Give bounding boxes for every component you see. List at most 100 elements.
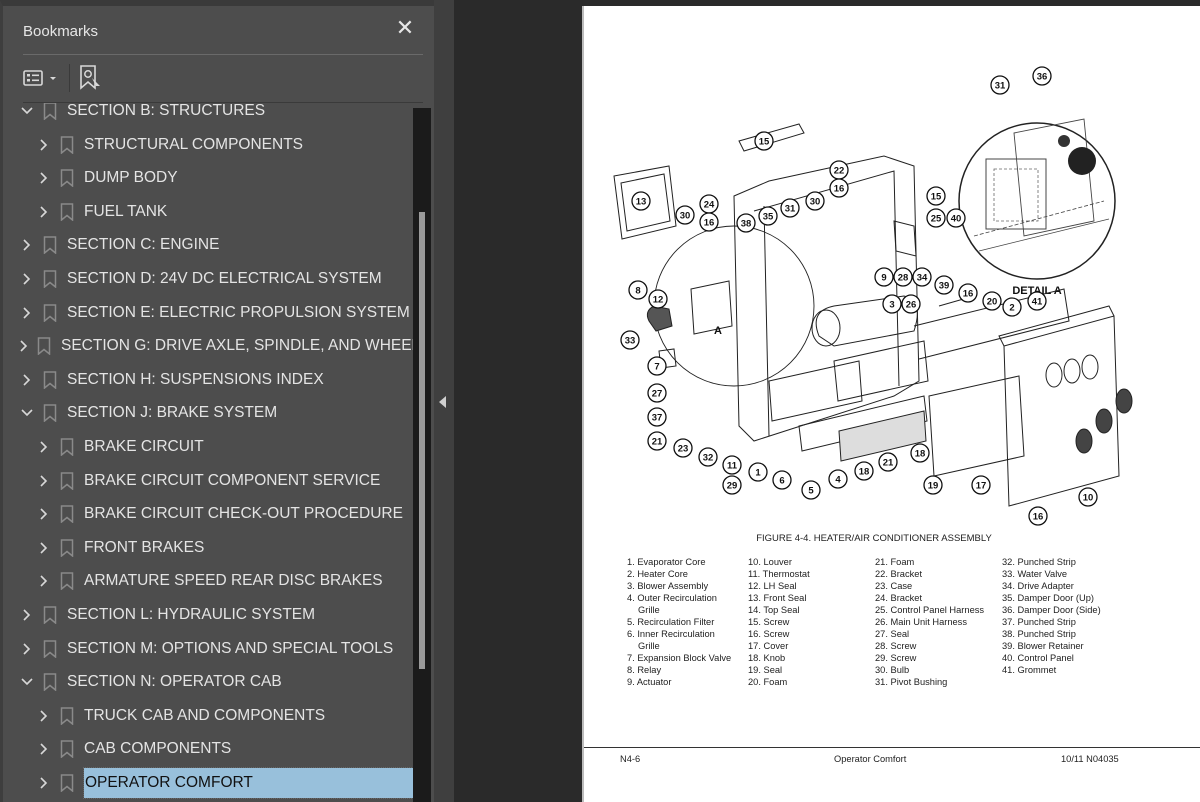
bookmark-item[interactable]: SECTION G: DRIVE AXLE, SPINDLE, AND WHEE… <box>3 331 413 361</box>
chevron-right-icon[interactable] <box>37 440 51 454</box>
part-callout-number: 39 <box>939 281 950 292</box>
footer-page-number: N4-6 <box>620 754 641 764</box>
chevron-right-icon[interactable] <box>37 205 51 219</box>
bookmark-item[interactable]: BRAKE CIRCUIT CHECK-OUT PROCEDURE <box>3 499 413 529</box>
part-callout: 13 <box>631 191 651 211</box>
chevron-right-icon[interactable] <box>37 541 51 555</box>
part-callout-number: 1 <box>755 468 761 479</box>
bookmarks-scrollbar[interactable] <box>413 108 431 802</box>
part-callout-number: 12 <box>653 295 664 306</box>
bookmark-item[interactable]: TRUCK CAB AND COMPONENTS <box>3 701 413 731</box>
chevron-right-icon[interactable] <box>37 474 51 488</box>
bookmark-item[interactable]: SECTION J: BRAKE SYSTEM <box>3 398 413 428</box>
legend-entry: 18. Knob <box>748 653 786 663</box>
bookmark-icon <box>60 135 74 155</box>
chevron-right-icon[interactable] <box>20 608 34 622</box>
bookmark-item[interactable]: FRONT BRAKES <box>3 533 413 563</box>
chevron-right-icon[interactable] <box>37 507 51 521</box>
chevron-right-icon[interactable] <box>20 373 34 387</box>
part-callout-number: 28 <box>898 273 909 284</box>
bookmark-label: SECTION L: HYDRAULIC SYSTEM <box>67 606 316 623</box>
part-callout-number: 33 <box>625 336 636 347</box>
chevron-right-icon[interactable] <box>20 272 34 286</box>
bookmark-item[interactable]: SECTION E: ELECTRIC PROPULSION SYSTEM <box>3 298 413 328</box>
bookmark-label: FRONT BRAKES <box>84 538 205 556</box>
bookmark-item[interactable]: DUMP BODY <box>3 163 413 193</box>
legend-entry: 14. Top Seal <box>748 605 800 615</box>
part-callout: 35 <box>758 206 778 226</box>
bookmark-item[interactable]: FUEL TANK <box>3 197 413 227</box>
chevron-right-icon[interactable] <box>20 339 28 353</box>
document-page: DETAIL A A 31 36 15 22 16 13 24 16 30 38… <box>582 6 1200 802</box>
bookmark-icon <box>43 270 57 289</box>
bookmark-icon <box>43 639 57 659</box>
chevron-right-icon[interactable] <box>37 574 51 588</box>
legend-entry: 3. Blower Assembly <box>627 581 709 591</box>
bookmark-item[interactable]: SECTION M: OPTIONS AND SPECIAL TOOLS <box>3 634 413 664</box>
part-callout: 23 <box>673 438 693 458</box>
bookmark-item[interactable]: SECTION B: STRUCTURES <box>3 103 413 126</box>
bookmark-item[interactable]: SECTION N: OPERATOR CAB <box>3 667 413 697</box>
bookmark-icon <box>43 303 57 323</box>
bookmark-item[interactable]: BRAKE CIRCUIT COMPONENT SERVICE <box>3 466 413 496</box>
part-callout-number: 19 <box>928 481 939 492</box>
find-current-bookmark-button[interactable] <box>79 62 107 94</box>
legend-entry: Grille <box>638 641 660 651</box>
chevron-down-icon[interactable] <box>20 104 34 118</box>
part-callout: 19 <box>923 475 943 495</box>
bookmark-item[interactable]: BRAKE CIRCUIT <box>3 432 413 462</box>
legend-entry: 31. Pivot Bushing <box>875 677 948 687</box>
chevron-right-icon[interactable] <box>37 138 51 152</box>
legend-entry: 22. Bracket <box>875 569 923 579</box>
part-callout: 11 <box>722 455 742 475</box>
footer-rule <box>584 747 1200 748</box>
collapse-panel-icon[interactable] <box>439 396 446 408</box>
part-callout: 22 <box>829 160 849 180</box>
bookmark-item[interactable]: CAB COMPONENTS <box>3 734 413 764</box>
bookmark-label: SECTION H: SUSPENSIONS INDEX <box>67 370 324 388</box>
chevron-down-icon[interactable] <box>20 406 34 420</box>
bookmark-icon <box>37 337 51 356</box>
bookmark-icon <box>60 438 74 457</box>
chevron-right-icon[interactable] <box>37 776 51 790</box>
part-callout: 16 <box>958 283 978 303</box>
chevron-right-icon[interactable] <box>20 238 34 252</box>
chevron-right-icon[interactable] <box>37 709 51 723</box>
legend-entry: 1. Evaporator Core <box>627 557 706 567</box>
part-callout-number: 3 <box>889 300 894 311</box>
legend-entry: 37. Punched Strip <box>1002 617 1076 627</box>
legend-entry: 15. Screw <box>748 617 790 627</box>
close-icon[interactable]: ✕ <box>392 16 418 42</box>
part-callout: 37 <box>647 407 667 427</box>
bookmark-item[interactable]: SECTION H: SUSPENSIONS INDEX <box>3 365 413 395</box>
bookmark-item[interactable]: SECTION C: ENGINE <box>3 230 413 260</box>
panel-splitter[interactable] <box>434 0 454 802</box>
part-callout: 30 <box>675 205 695 225</box>
scrollbar-thumb[interactable] <box>419 212 425 669</box>
legend-entry: 24. Bracket <box>875 593 923 603</box>
part-callout: 9 <box>874 267 894 287</box>
chevron-down-icon[interactable] <box>20 675 34 689</box>
bookmark-item[interactable]: SECTION D: 24V DC ELECTRICAL SYSTEM <box>3 264 413 294</box>
part-callout-number: 32 <box>703 453 714 464</box>
part-callout-number: 16 <box>963 289 974 300</box>
bookmark-icon <box>43 371 57 390</box>
legend-entry: 23. Case <box>875 581 913 591</box>
bookmark-item[interactable]: ARMATURE SPEED REAR DISC BRAKES <box>3 566 413 596</box>
chevron-right-icon[interactable] <box>20 642 34 656</box>
bookmark-options-button[interactable] <box>23 62 63 94</box>
bookmark-icon <box>60 572 74 591</box>
bookmark-item[interactable]: SECTION L: HYDRAULIC SYSTEM <box>3 600 413 630</box>
chevron-right-icon[interactable] <box>37 171 51 185</box>
bookmark-icon <box>60 505 74 524</box>
part-callout-number: 16 <box>1033 512 1044 523</box>
footer-section-title: Operator Comfort <box>834 754 907 764</box>
bookmark-icon <box>43 606 57 625</box>
bookmark-label: TRUCK CAB AND COMPONENTS <box>84 706 326 724</box>
bookmark-item[interactable]: OPERATOR COMFORT <box>3 767 413 799</box>
chevron-right-icon[interactable] <box>37 742 51 756</box>
part-callout-number: 35 <box>763 212 774 223</box>
bookmark-item[interactable]: STRUCTURAL COMPONENTS <box>3 130 413 160</box>
chevron-right-icon[interactable] <box>20 306 34 320</box>
part-callout: 39 <box>934 275 954 295</box>
